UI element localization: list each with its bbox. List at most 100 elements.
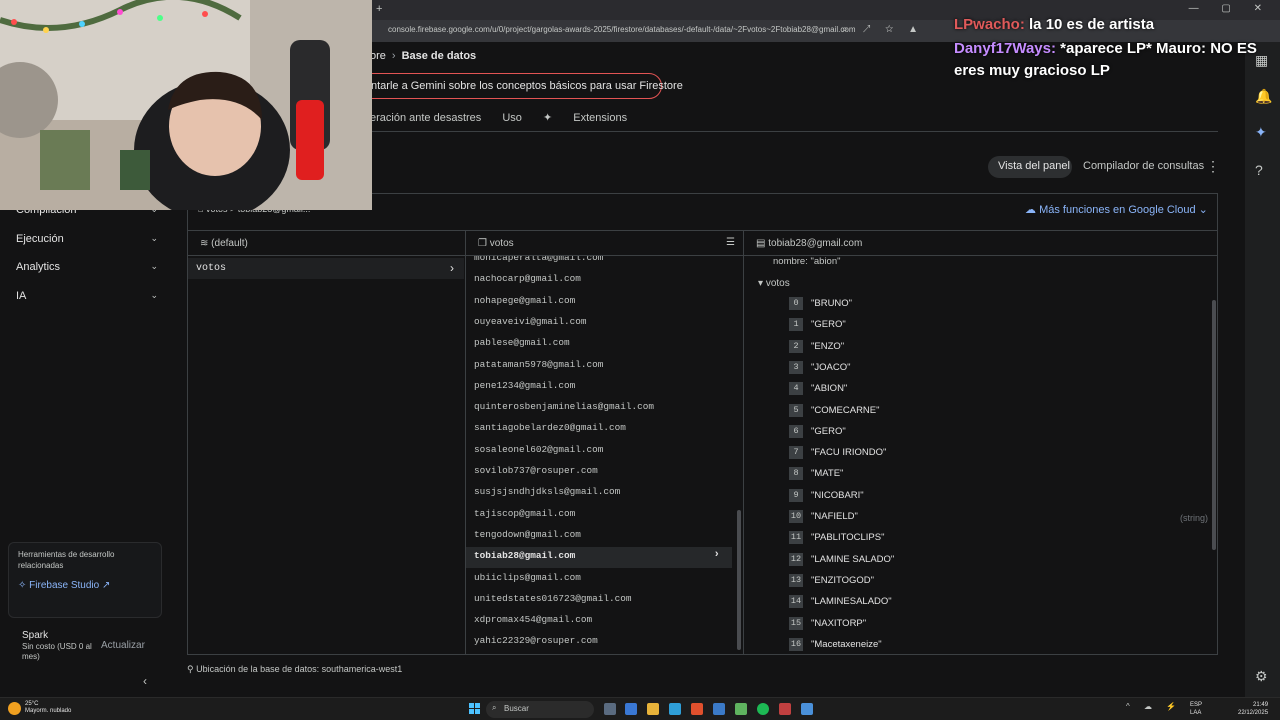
- url-text[interactable]: console.firebase.google.com/u/0/project/…: [388, 25, 856, 34]
- vote-item[interactable]: 14 "LAMINESALADO": [789, 593, 1209, 613]
- sidebar-group-label: Ejecución: [16, 233, 64, 245]
- collection-icon: ❐: [478, 238, 490, 249]
- document-row[interactable]: ubiiclips@gmail.com: [466, 569, 732, 590]
- document-row[interactable]: pene1234@gmail.com: [466, 377, 732, 398]
- system-tray[interactable]: ^ ☁ ⚡: [1126, 702, 1182, 711]
- collection-title: votos: [489, 238, 514, 249]
- field-votos[interactable]: ▾ votos: [758, 278, 790, 289]
- breadcrumb: ore › Base de datos: [370, 50, 476, 62]
- document-row-selected[interactable]: tobiab28@gmail.com ›: [466, 547, 732, 569]
- document-row[interactable]: xdpromax454@gmail.com: [466, 611, 732, 632]
- window-controls[interactable]: — ▢ ✕: [1189, 3, 1272, 14]
- sidebar-group-analytics[interactable]: Analytics ⌄: [16, 261, 158, 273]
- new-tab-button[interactable]: +: [376, 3, 382, 15]
- panel-view-toggle[interactable]: Vista del panel: [988, 156, 1072, 178]
- vote-item[interactable]: 2 "ENZO": [789, 338, 1209, 358]
- chevron-down-icon: ⌄: [1195, 204, 1208, 216]
- vote-item[interactable]: 4 "ABION": [789, 380, 1209, 400]
- upgrade-button[interactable]: Actualizar: [101, 640, 145, 651]
- document-row[interactable]: sovilob737@rosuper.com: [466, 462, 732, 483]
- document-row[interactable]: monicaperalta@gmail.com: [466, 256, 732, 270]
- vote-item[interactable]: 12 "LAMINE SALADO": [789, 551, 1209, 571]
- vote-item[interactable]: 10 "NAFIELD": [789, 508, 1209, 528]
- document-row[interactable]: santiagobelardez0@gmail.com: [466, 419, 732, 440]
- settings-icon[interactable]: ⚙: [1255, 668, 1268, 685]
- address-bar-icons[interactable]: ⌕ ↗ ☆ ▲: [842, 24, 924, 35]
- field-nombre[interactable]: nombre: "abion": [773, 256, 840, 267]
- studio-link-label: Firebase Studio: [29, 580, 100, 591]
- file-explorer-icon[interactable]: [647, 703, 659, 715]
- vote-item[interactable]: 5 "COMECARNE": [789, 402, 1209, 422]
- gemini-icon[interactable]: ✦: [1255, 124, 1267, 141]
- document-row[interactable]: sosaleonel602@gmail.com: [466, 441, 732, 462]
- document-row[interactable]: tajiscop@gmail.com: [466, 505, 732, 526]
- document-list-scrollbar[interactable]: [737, 510, 741, 650]
- document-id: ubiiclips@gmail.com: [474, 571, 581, 583]
- vote-item[interactable]: 0 "BRUNO": [789, 295, 1209, 315]
- language-indicator[interactable]: ESP LAA: [1190, 701, 1202, 717]
- more-vert-icon[interactable]: ⋮: [1206, 158, 1220, 175]
- plan-name: Spark: [22, 630, 49, 641]
- widgets-icon[interactable]: [625, 703, 637, 715]
- sidebar-group-ai[interactable]: IA ⌄: [16, 290, 158, 302]
- sidebar-group-run[interactable]: Ejecución ⌄: [16, 233, 158, 245]
- vote-item[interactable]: 3 "JOACO": [789, 359, 1209, 379]
- fields-scrollbar[interactable]: [1212, 300, 1216, 550]
- document-row[interactable]: quinterosbenjaminelias@gmail.com: [466, 398, 732, 419]
- vote-item[interactable]: 11 "PABLITOCLIPS": [789, 529, 1209, 549]
- task-view-icon[interactable]: [604, 703, 616, 715]
- vote-item[interactable]: 16 "Macetaxeneize": [789, 636, 1209, 654]
- breadcrumb-prev[interactable]: ore: [370, 50, 386, 62]
- document-title: tobiab28@gmail.com: [768, 238, 863, 249]
- vote-item[interactable]: 15 "NAXITORP": [789, 615, 1209, 635]
- document-row[interactable]: patataman5978@gmail.com: [466, 356, 732, 377]
- help-icon[interactable]: ?: [1255, 162, 1263, 178]
- filter-icon[interactable]: ☰: [726, 237, 735, 248]
- weather-widget[interactable]: 25°C Mayorm. nublado: [25, 701, 71, 715]
- edge-icon[interactable]: [669, 703, 681, 715]
- document-fields: nombre: "abion" ▾ votos (string) 0 "BRUNO…: [744, 256, 1218, 654]
- query-builder-toggle[interactable]: Compilador de consultas: [1083, 160, 1204, 172]
- tab-disaster-recovery[interactable]: eración ante desastres: [370, 112, 481, 124]
- vote-item[interactable]: 13 "ENZITOGOD": [789, 572, 1209, 592]
- app-icon[interactable]: [735, 703, 747, 715]
- firebase-studio-link[interactable]: ✧ Firebase Studio ↗: [18, 580, 110, 591]
- document-row[interactable]: pablese@gmail.com: [466, 334, 732, 355]
- document-row[interactable]: ouyeaveivi@gmail.com: [466, 313, 732, 334]
- document-id: tobiab28@gmail.com: [474, 550, 576, 562]
- vote-index: 3: [789, 360, 803, 374]
- more-in-google-cloud[interactable]: ☁ Más funciones en Google Cloud ⌄: [1025, 203, 1208, 216]
- document-id: nachocarp@gmail.com: [474, 273, 581, 285]
- document-row[interactable]: susjsjsndhjdksls@gmail.com: [466, 483, 732, 504]
- steam-icon[interactable]: [713, 703, 725, 715]
- expand-icon[interactable]: ▾: [758, 278, 766, 289]
- document-id: patataman5978@gmail.com: [474, 358, 604, 370]
- vote-item[interactable]: 7 "FACU IRIONDO": [789, 444, 1209, 464]
- document-row[interactable]: nachocarp@gmail.com: [466, 270, 732, 291]
- collection-item-votos[interactable]: votos ›: [188, 258, 464, 279]
- document-row[interactable]: tengodown@gmail.com: [466, 526, 732, 547]
- chevron-down-icon: ⌄: [150, 233, 158, 243]
- app-icon[interactable]: [779, 703, 791, 715]
- vote-item[interactable]: 6 "GERO": [789, 423, 1209, 443]
- tab-extensions[interactable]: ✦ Extensions: [543, 112, 645, 124]
- clock[interactable]: 21:49 22/12/2025: [1238, 701, 1268, 717]
- tab-usage[interactable]: Uso: [502, 112, 522, 124]
- start-icon[interactable]: [469, 703, 480, 714]
- gemini-prompt-chip[interactable]: ntarle a Gemini sobre los conceptos bási…: [352, 73, 683, 99]
- related-tools-card: Herramientas de desarrollo relacionadas …: [8, 542, 162, 618]
- spotify-icon[interactable]: [757, 703, 769, 715]
- document-row[interactable]: yahic22329@rosuper.com: [466, 632, 732, 653]
- db-location-text: Ubicación de la base de datos: southamer…: [196, 664, 403, 674]
- bell-icon[interactable]: 🔔: [1255, 88, 1272, 105]
- document-row[interactable]: nohapege@gmail.com: [466, 292, 732, 313]
- taskbar-search[interactable]: ⌕ Buscar: [486, 701, 594, 718]
- app-icon[interactable]: [801, 703, 813, 715]
- vote-item[interactable]: 1 "GERO": [789, 316, 1209, 336]
- document-row[interactable]: unitedstates016723@gmail.com: [466, 590, 732, 611]
- top-tabs: eración ante desastres Uso ✦ Extensions: [370, 111, 663, 124]
- vote-item[interactable]: 8 "MATE": [789, 465, 1209, 485]
- vote-item[interactable]: 9 "NICOBARI": [789, 487, 1209, 507]
- brave-icon[interactable]: [691, 703, 703, 715]
- collapse-sidebar-icon[interactable]: ‹: [143, 674, 147, 688]
